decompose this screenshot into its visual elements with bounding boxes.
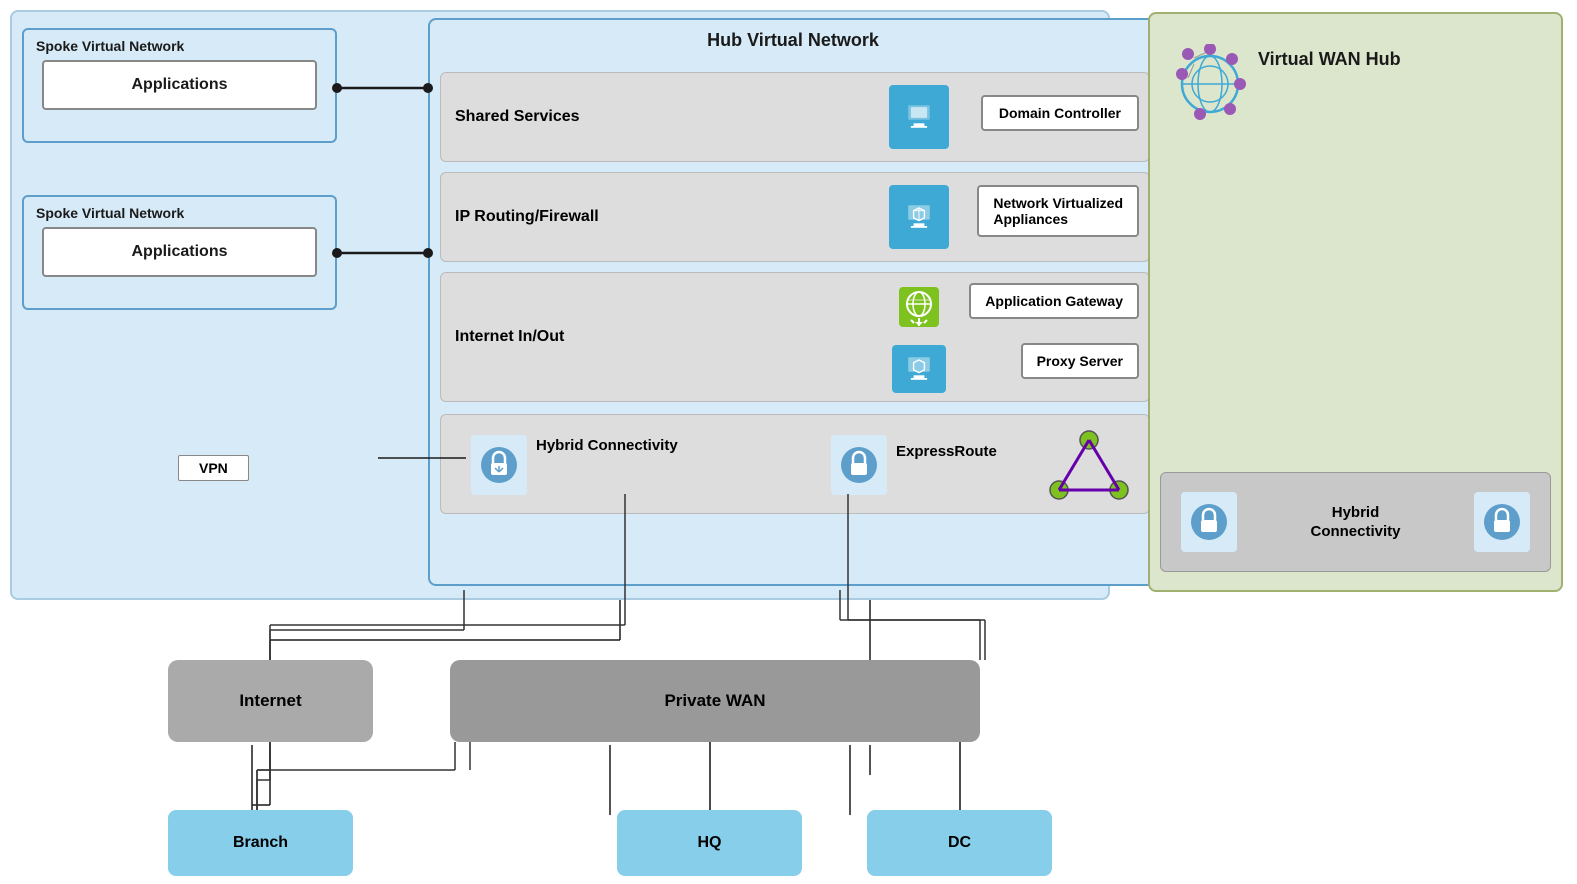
lock-icon-1 xyxy=(479,445,519,485)
shared-services-icon xyxy=(889,85,949,149)
spoke1-app-box: Applications xyxy=(42,60,317,110)
domain-controller-label: Domain Controller xyxy=(999,105,1121,121)
app-gateway-label: Application Gateway xyxy=(985,293,1123,309)
spoke1-app-label: Applications xyxy=(131,76,227,93)
expressroute-label: ExpressRoute xyxy=(896,443,997,460)
hub-vnet: Hub Virtual Network Shared Services Doma… xyxy=(428,18,1158,586)
dc-node: DC xyxy=(867,810,1052,876)
globe-icon xyxy=(1170,44,1250,124)
app-gateway-icon xyxy=(889,281,949,333)
expressroute-triangle xyxy=(1049,430,1129,505)
hybrid-connectivity-hub-label: Hybrid Connectivity xyxy=(536,437,678,454)
triangle-icon xyxy=(1049,430,1129,500)
vpn-label-box: VPN xyxy=(178,455,249,481)
wan-lock-2 xyxy=(1482,502,1522,542)
branch-label: Branch xyxy=(233,834,288,852)
ip-routing-section: IP Routing/Firewall Network VirtualizedA… xyxy=(440,172,1150,262)
hq-node: HQ xyxy=(617,810,802,876)
monitor-icon-3 xyxy=(901,351,937,387)
vpn-label: VPN xyxy=(199,460,228,476)
diagram-container: Spoke Virtual Network Applications Spoke… xyxy=(0,0,1577,884)
proxy-server-label: Proxy Server xyxy=(1037,353,1123,369)
domain-controller-box: Domain Controller xyxy=(981,95,1139,131)
shared-services-section: Shared Services Domain Controller xyxy=(440,72,1150,162)
wan-globe-icon xyxy=(1170,44,1250,124)
wan-lock-icon-right xyxy=(1474,492,1530,552)
internet-inout-section: Internet In/Out xyxy=(440,272,1150,402)
private-wan-node: Private WAN xyxy=(450,660,980,742)
wan-lock-1 xyxy=(1189,502,1229,542)
ip-routing-icon xyxy=(889,185,949,249)
lock-icon-2 xyxy=(839,445,879,485)
branch-node: Branch xyxy=(168,810,353,876)
spoke2-app-label: Applications xyxy=(131,243,227,260)
app-gateway-box: Application Gateway xyxy=(969,283,1139,319)
hybrid-connectivity-hub-section: Hybrid Connectivity ExpressRoute xyxy=(440,414,1150,514)
hybrid-lock-icon-right xyxy=(831,435,887,495)
spoke-vnet-1: Spoke Virtual Network Applications xyxy=(22,28,337,143)
wan-hub-title: Virtual WAN Hub xyxy=(1258,49,1401,70)
proxy-server-icon xyxy=(889,343,949,395)
shared-services-label: Shared Services xyxy=(455,108,580,126)
ip-routing-label: IP Routing/Firewall xyxy=(455,208,599,226)
green-globe-icon xyxy=(894,282,944,332)
wan-lock-icon-left xyxy=(1181,492,1237,552)
nva-label: Network VirtualizedAppliances xyxy=(993,195,1123,227)
monitor-icon-2 xyxy=(901,199,937,235)
spoke1-title: Spoke Virtual Network xyxy=(32,38,327,54)
wan-hybrid-section: HybridConnectivity xyxy=(1160,472,1551,572)
dc-label: DC xyxy=(948,834,971,852)
internet-node: Internet xyxy=(168,660,373,742)
spoke2-app-box: Applications xyxy=(42,227,317,277)
proxy-server-box: Proxy Server xyxy=(1021,343,1139,379)
private-wan-label: Private WAN xyxy=(664,691,765,711)
wan-hub: Virtual WAN Hub HybridConnectivity xyxy=(1148,12,1563,592)
spoke-vnet-2: Spoke Virtual Network Applications xyxy=(22,195,337,310)
hub-title: Hub Virtual Network xyxy=(430,20,1156,57)
hq-label: HQ xyxy=(698,834,722,852)
hybrid-lock-icon-left xyxy=(471,435,527,495)
internet-inout-label: Internet In/Out xyxy=(455,328,564,346)
monitor-icon-1 xyxy=(901,99,937,135)
spoke2-title: Spoke Virtual Network xyxy=(32,205,327,221)
nva-box: Network VirtualizedAppliances xyxy=(977,185,1139,237)
wan-hybrid-label: HybridConnectivity xyxy=(1310,503,1400,542)
internet-label: Internet xyxy=(239,691,301,711)
